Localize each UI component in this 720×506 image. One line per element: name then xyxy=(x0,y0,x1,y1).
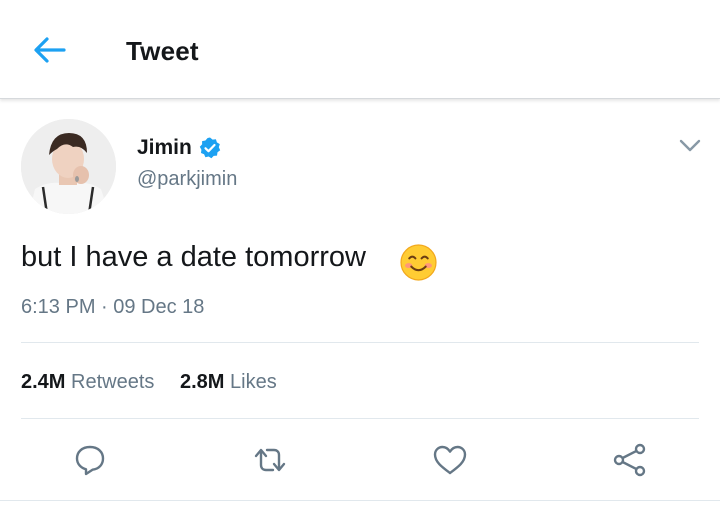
author-display-name[interactable]: Jimin xyxy=(137,136,192,160)
like-icon xyxy=(433,445,467,475)
more-options-button[interactable] xyxy=(676,134,704,158)
share-button[interactable] xyxy=(612,442,648,478)
author-handle[interactable]: @parkjimin xyxy=(137,168,237,191)
retweet-button[interactable] xyxy=(252,442,288,478)
divider xyxy=(21,342,699,343)
avatar[interactable] xyxy=(21,119,116,214)
likes-label: Likes xyxy=(230,371,277,393)
share-icon xyxy=(613,443,646,477)
back-button[interactable] xyxy=(30,30,70,70)
retweet-icon xyxy=(254,448,286,472)
reply-button[interactable] xyxy=(72,442,108,478)
smiling-face-emoji xyxy=(400,244,437,281)
reply-icon xyxy=(75,445,105,476)
retweets-label: Retweets xyxy=(71,371,155,393)
verified-badge-icon xyxy=(199,137,221,159)
page-title: Tweet xyxy=(126,36,199,66)
avatar-image xyxy=(21,119,116,214)
arrow-left-icon xyxy=(34,37,66,63)
retweets-count: 2.4M xyxy=(21,371,66,393)
retweets-stat[interactable]: 2.4M Retweets xyxy=(21,371,154,394)
tweet-timestamp: 6:13 PM · 09 Dec 18 xyxy=(21,296,205,318)
likes-stat[interactable]: 2.8M Likes xyxy=(180,371,277,394)
like-button[interactable] xyxy=(432,442,468,478)
divider xyxy=(0,500,720,501)
tweet-text: but I have a date tomorrow xyxy=(21,241,366,273)
top-bar: Tweet xyxy=(0,0,720,99)
chevron-down-icon xyxy=(679,139,701,152)
tweet-stats: 2.4M Retweets 2.8M Likes xyxy=(21,371,297,394)
divider xyxy=(21,418,699,419)
likes-count: 2.8M xyxy=(179,371,225,393)
